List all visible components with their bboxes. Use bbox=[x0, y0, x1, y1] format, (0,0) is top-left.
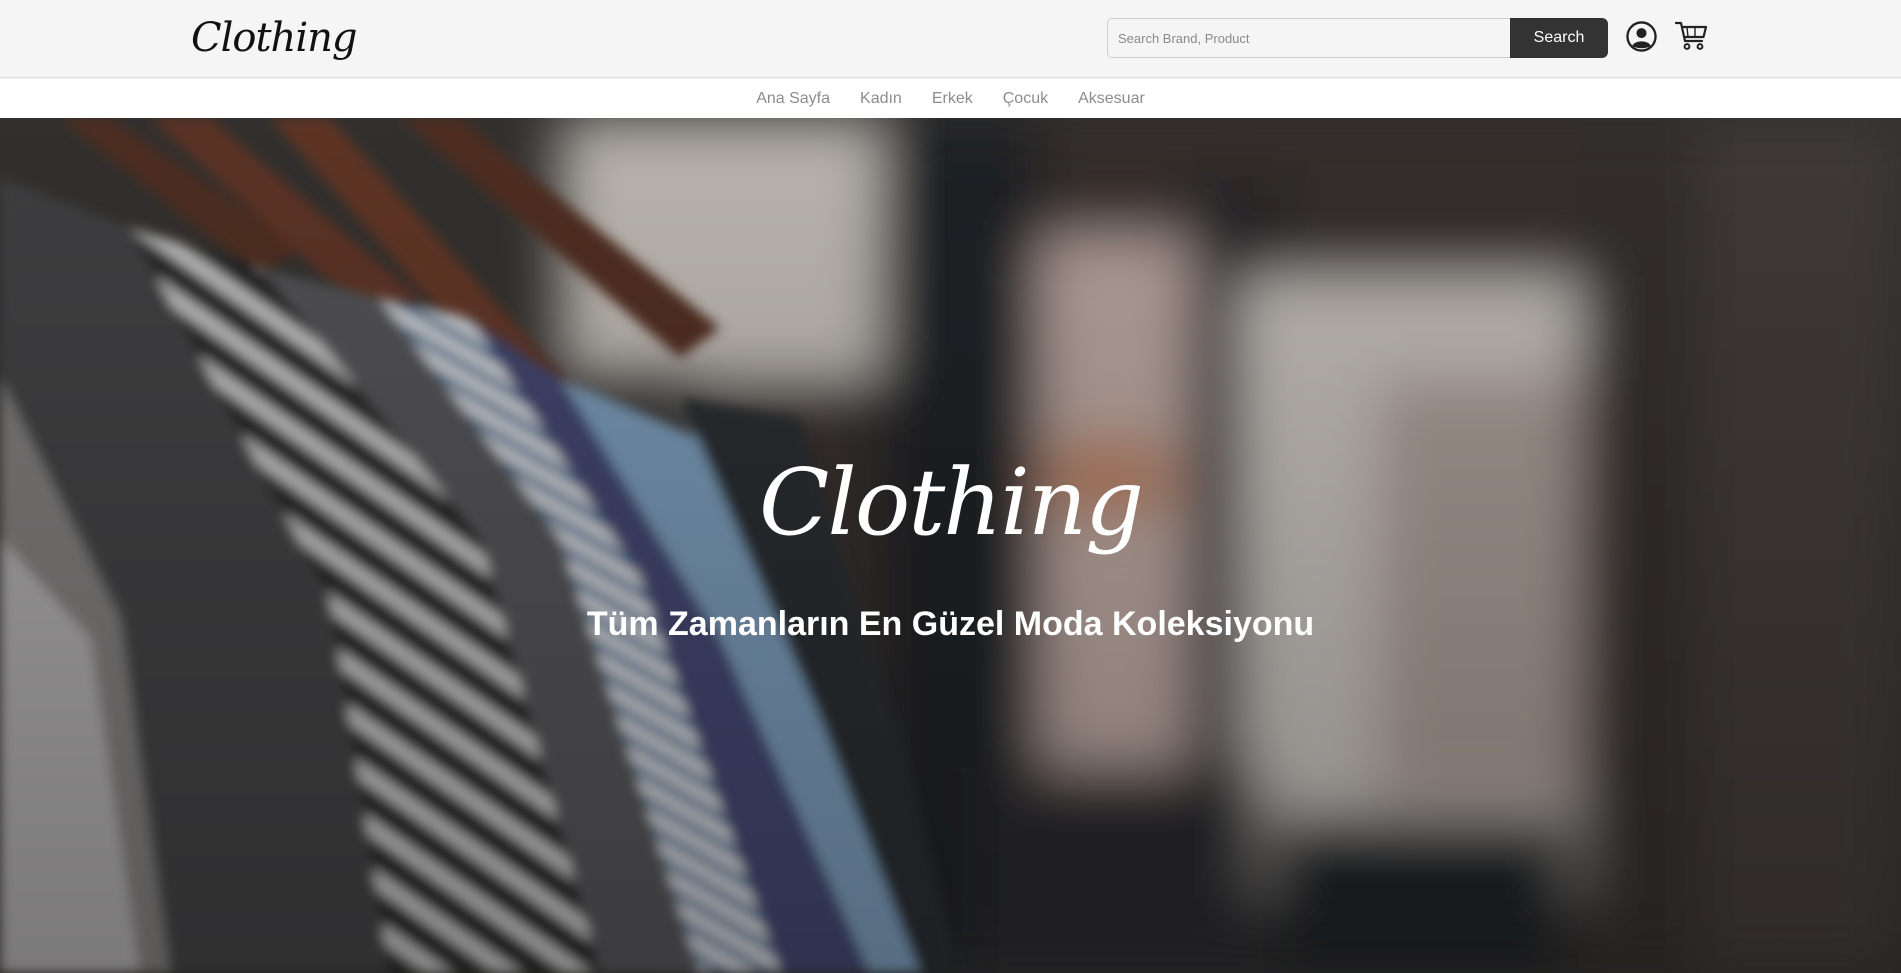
nav-item-cocuk[interactable]: Çocuk bbox=[1003, 90, 1048, 108]
site-logo[interactable]: Clothing bbox=[191, 8, 357, 68]
user-account-button[interactable] bbox=[1623, 18, 1659, 54]
hero-banner: Clothing Tüm Zamanların En Güzel Moda Ko… bbox=[0, 118, 1901, 973]
top-header: Clothing Search bbox=[0, 0, 1901, 78]
nav-item-kadin[interactable]: Kadın bbox=[860, 90, 902, 108]
nav-item-erkek[interactable]: Erkek bbox=[932, 90, 973, 108]
main-navigation: Ana Sayfa Kadın Erkek Çocuk Aksesuar bbox=[0, 79, 1901, 118]
search-bar: Search bbox=[1107, 18, 1608, 58]
nav-item-ana-sayfa[interactable]: Ana Sayfa bbox=[756, 90, 830, 108]
shopping-cart-icon bbox=[1675, 21, 1708, 50]
user-circle-icon bbox=[1625, 20, 1657, 52]
search-button[interactable]: Search bbox=[1510, 18, 1608, 58]
nav-item-aksesuar[interactable]: Aksesuar bbox=[1078, 90, 1145, 108]
cart-button[interactable] bbox=[1674, 18, 1710, 54]
hero-logo: Clothing bbox=[759, 449, 1144, 556]
hero-tagline: Tüm Zamanların En Güzel Moda Koleksiyonu bbox=[586, 605, 1315, 643]
search-input[interactable] bbox=[1107, 18, 1510, 58]
